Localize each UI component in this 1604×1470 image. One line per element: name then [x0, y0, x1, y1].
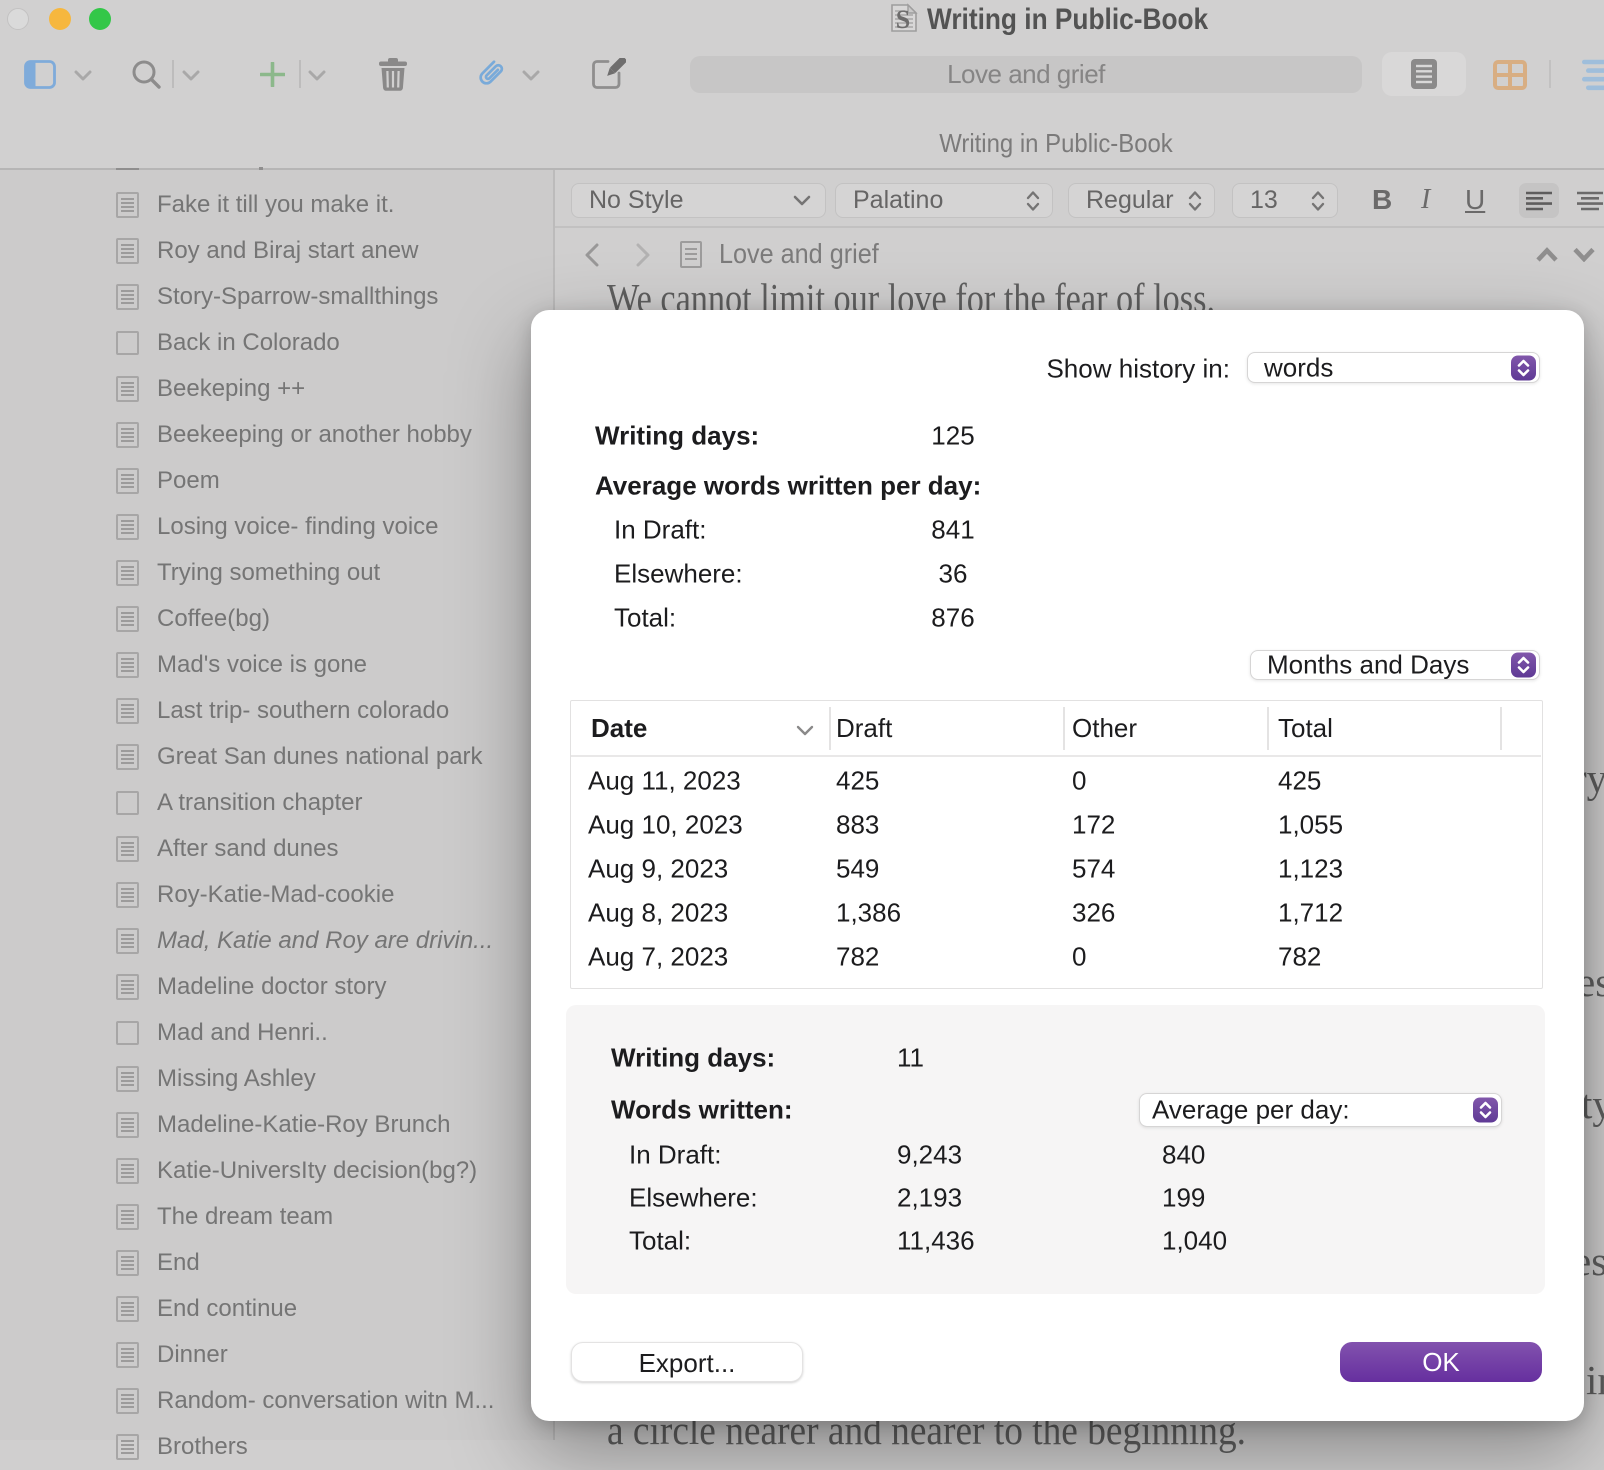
- svg-text:S: S: [896, 5, 910, 33]
